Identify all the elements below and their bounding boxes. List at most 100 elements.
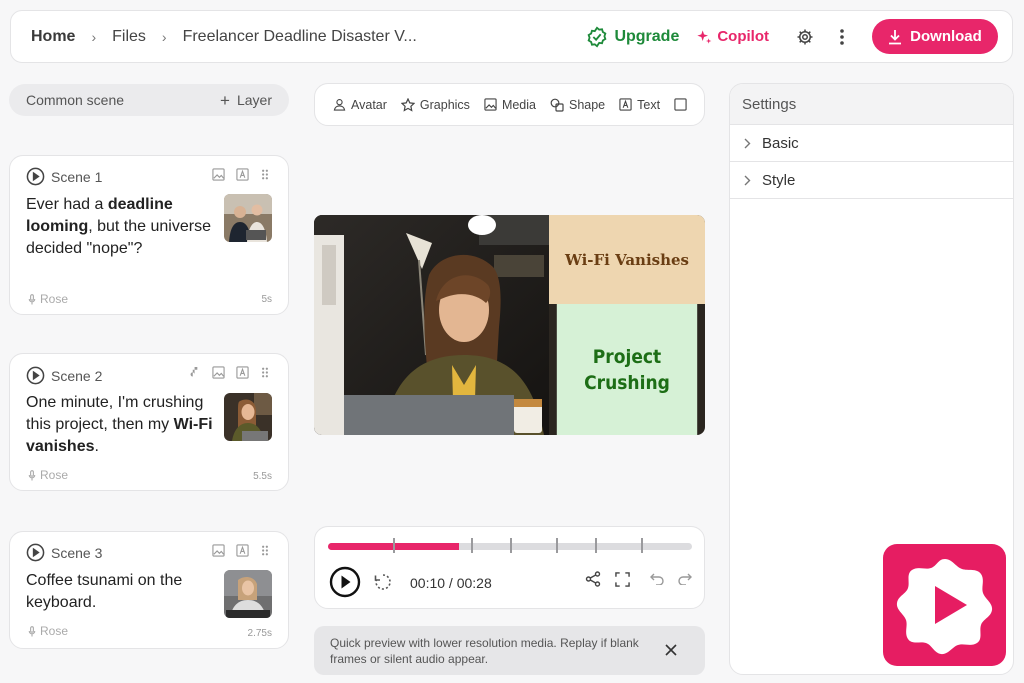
document-icon xyxy=(674,98,687,111)
chevron-right-icon: › xyxy=(161,28,167,45)
image-icon xyxy=(484,98,497,111)
notice-text: Quick preview with lower resolution medi… xyxy=(330,636,639,666)
scene-voice[interactable]: Rose xyxy=(28,624,68,638)
scene-marker[interactable] xyxy=(556,538,558,553)
scene-script-text[interactable]: Ever had a deadline looming, but the uni… xyxy=(26,194,216,260)
tool-graphics[interactable]: Graphics xyxy=(400,97,470,112)
overlay-project-crushing[interactable]: Project Crushing xyxy=(556,304,698,435)
scene-duration: 5s xyxy=(261,294,272,305)
text-icon[interactable] xyxy=(236,544,249,557)
breadcrumb-files[interactable]: Files xyxy=(112,28,146,46)
scene-thumbnail[interactable] xyxy=(224,393,272,441)
tool-media[interactable]: Media xyxy=(484,98,536,112)
voice-name: Rose xyxy=(40,468,69,482)
scene-card-1[interactable]: Scene 1 Ever had a deadline looming, but… xyxy=(9,155,289,315)
common-scene-label: Common scene xyxy=(26,92,125,108)
tool-shape[interactable]: Shape xyxy=(550,98,605,112)
play-circle-icon[interactable] xyxy=(26,167,45,186)
element-toolbar: Avatar Graphics Media Shape Text xyxy=(314,83,705,126)
download-button[interactable]: Download xyxy=(872,19,998,54)
scene-marker[interactable] xyxy=(471,538,473,553)
common-scene-bar[interactable]: Common scene + Layer xyxy=(9,84,289,116)
image-icon[interactable] xyxy=(212,544,225,557)
scene-voice[interactable]: Rose xyxy=(28,292,68,306)
gear-icon xyxy=(797,29,813,44)
play-circle-icon[interactable] xyxy=(26,543,45,562)
microphone-icon xyxy=(28,293,36,305)
drag-handle-icon[interactable] xyxy=(260,168,270,181)
play-circle-icon[interactable] xyxy=(26,366,45,385)
microphone-icon xyxy=(28,469,36,481)
scene-script-text[interactable]: Coffee tsunami on the keyboard. xyxy=(26,570,216,614)
drag-handle-icon[interactable] xyxy=(260,544,270,557)
copilot-button[interactable]: Copilot xyxy=(696,28,769,45)
text-icon[interactable] xyxy=(236,366,249,379)
scene-card-2[interactable]: Scene 2 One minute, I'm crushing this pr… xyxy=(9,353,289,491)
playback-time: 00:10 / 00:28 xyxy=(410,575,492,591)
scene-card-3[interactable]: Scene 3 Coffee tsunami on the keyboard. … xyxy=(9,531,289,649)
add-layer-button[interactable]: + Layer xyxy=(220,92,272,109)
scene-marker[interactable] xyxy=(641,538,643,553)
tool-avatar[interactable]: Avatar xyxy=(333,98,387,112)
fullscreen-icon xyxy=(615,571,630,587)
more-vertical-icon xyxy=(840,28,844,45)
redo-button[interactable] xyxy=(678,573,692,585)
undo-button[interactable] xyxy=(650,573,664,585)
replay-button[interactable] xyxy=(373,572,393,592)
image-icon[interactable] xyxy=(212,168,225,181)
music-note-icon[interactable] xyxy=(190,366,201,379)
app-logo-launcher[interactable] xyxy=(883,544,1006,666)
breadcrumb-home[interactable]: Home xyxy=(31,28,75,46)
settings-section-basic[interactable]: Basic xyxy=(730,125,1013,162)
more-options-button[interactable] xyxy=(832,27,852,47)
scene-header: Scene 3 xyxy=(26,543,102,562)
star-icon xyxy=(400,97,415,112)
share-button[interactable] xyxy=(585,571,601,587)
text-icon[interactable] xyxy=(236,168,249,181)
download-label: Download xyxy=(910,28,982,45)
scene-tools xyxy=(179,366,270,379)
scene-thumbnail[interactable] xyxy=(224,570,272,618)
settings-section-style[interactable]: Style xyxy=(730,162,1013,199)
shapes-icon xyxy=(550,98,564,112)
scene-marker[interactable] xyxy=(393,538,395,553)
scene-voice[interactable]: Rose xyxy=(28,468,68,482)
scene-thumbnail[interactable] xyxy=(224,194,272,242)
timeline-scrubber[interactable] xyxy=(328,538,692,553)
text-icon xyxy=(619,98,632,111)
scene-tools xyxy=(201,544,270,557)
settings-gear-button[interactable] xyxy=(795,27,815,47)
tool-text[interactable]: Text xyxy=(619,98,660,112)
share-icon xyxy=(585,571,601,587)
video-preview[interactable]: Wi-Fi Vanishes Project Crushing xyxy=(314,215,705,435)
scene-title: Scene 3 xyxy=(51,544,103,561)
chevron-right-icon: › xyxy=(91,28,97,45)
top-bar: Home › Files › Freelancer Deadline Disas… xyxy=(10,10,1013,63)
scene-title: Scene 2 xyxy=(51,367,103,384)
verified-badge-icon xyxy=(587,25,607,48)
scene-marker[interactable] xyxy=(595,538,597,553)
download-icon xyxy=(889,29,902,44)
tool-label: Shape xyxy=(568,97,606,112)
section-label: Basic xyxy=(762,134,799,152)
upgrade-button[interactable]: Upgrade xyxy=(586,25,680,48)
breadcrumb-project-title[interactable]: Freelancer Deadline Disaster V... xyxy=(183,28,417,46)
tool-more-cutoff[interactable] xyxy=(674,98,692,111)
scene-marker[interactable] xyxy=(510,538,512,553)
upgrade-label: Upgrade xyxy=(614,27,680,45)
play-button[interactable] xyxy=(329,566,361,598)
breadcrumb: Home › Files › Freelancer Deadline Disas… xyxy=(31,28,417,46)
script-segment: Ever had a xyxy=(26,196,108,213)
close-icon[interactable] xyxy=(664,643,678,657)
image-icon[interactable] xyxy=(212,366,225,379)
scene-duration: 5.5s xyxy=(253,471,272,482)
scene-duration: 2.75s xyxy=(247,628,272,639)
scene-script-text[interactable]: One minute, I'm crushing this project, t… xyxy=(26,392,216,458)
drag-handle-icon[interactable] xyxy=(260,366,270,379)
fullscreen-button[interactable] xyxy=(615,571,630,587)
tool-label: Text xyxy=(637,97,661,112)
overlay-line-2: Crushing xyxy=(584,371,670,394)
overlay-wifi-vanishes[interactable]: Wi-Fi Vanishes xyxy=(549,215,705,304)
sparkle-icon xyxy=(697,29,712,44)
microphone-icon xyxy=(28,625,36,637)
